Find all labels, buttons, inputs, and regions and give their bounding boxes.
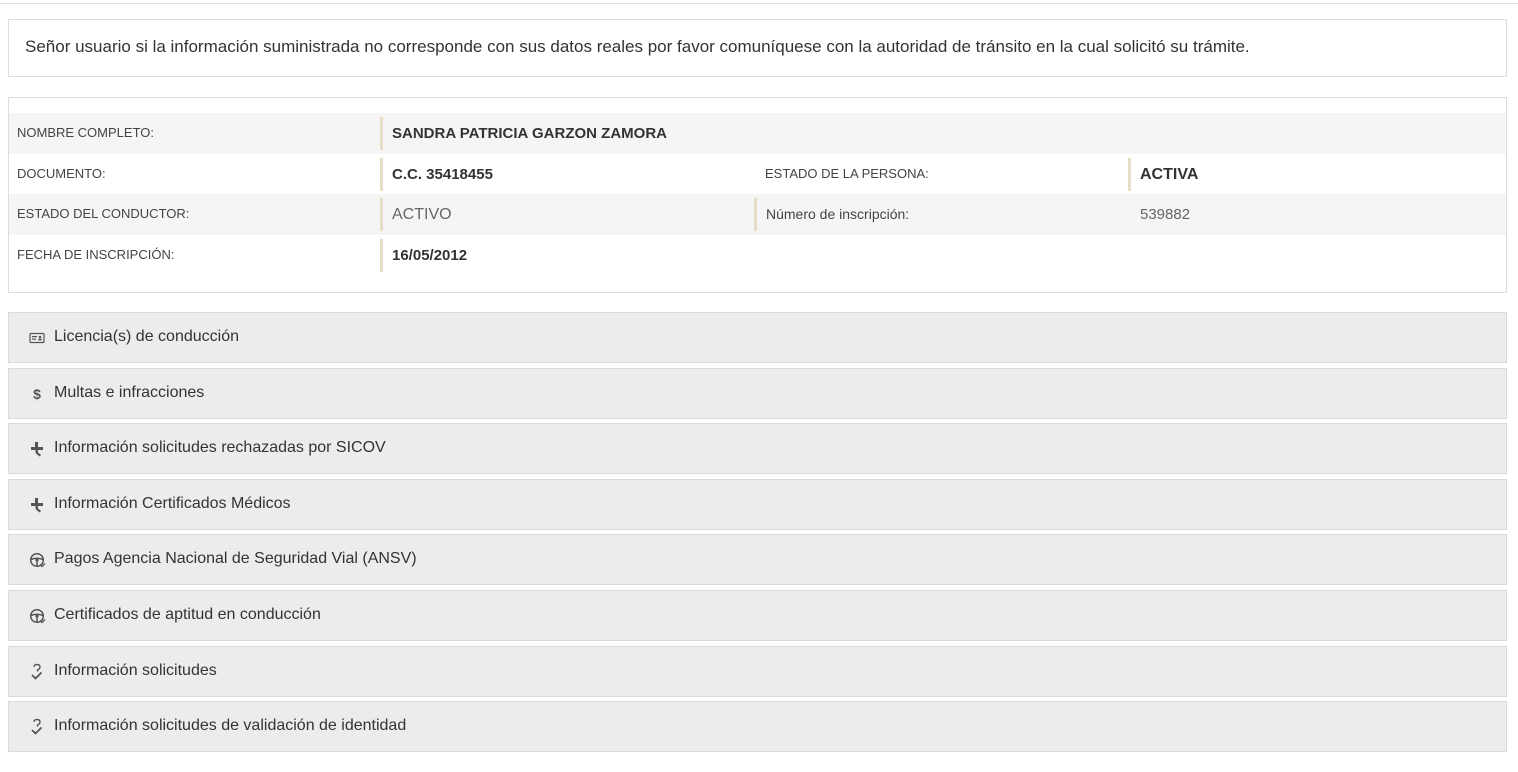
medical-cross-icon: [28, 496, 46, 514]
notice-box: Señor usuario si la información suminist…: [8, 19, 1507, 77]
section-pagos-ansv[interactable]: Pagos Agencia Nacional de Seguridad Vial…: [8, 534, 1507, 585]
inscripcion-value: 539882: [1140, 206, 1191, 223]
steering-wheel-icon: [28, 607, 46, 625]
section-licencias[interactable]: Licencia(s) de conducción: [8, 312, 1507, 363]
estado-conductor-value: ACTIVO: [380, 198, 452, 231]
documento-value: C.C. 35418455: [380, 158, 493, 191]
section-solicitudes[interactable]: Información solicitudes: [8, 646, 1507, 697]
steering-wheel-icon: [28, 551, 46, 569]
section-multas[interactable]: $ Multas e infracciones: [8, 368, 1507, 419]
section-certificados-medicos[interactable]: Información Certificados Médicos: [8, 479, 1507, 530]
row-fecha: FECHA DE INSCRIPCIÓN: 16/05/2012: [9, 235, 1506, 276]
section-validacion-identidad[interactable]: Información solicitudes de validación de…: [8, 701, 1507, 752]
row-nombre: NOMBRE COMPLETO: SANDRA PATRICIA GARZON …: [9, 113, 1506, 154]
section-label: Información solicitudes: [54, 662, 217, 679]
row-conductor: ESTADO DEL CONDUCTOR: ACTIVO Número de i…: [9, 194, 1506, 235]
fecha-label: FECHA DE INSCRIPCIÓN:: [17, 247, 175, 262]
documento-label: DOCUMENTO:: [17, 166, 106, 181]
estado-persona-value: ACTIVA: [1128, 158, 1198, 191]
nombre-label: NOMBRE COMPLETO:: [17, 125, 155, 140]
estado-persona-label: ESTADO DE LA PERSONA:: [765, 166, 929, 181]
section-label: Información solicitudes rechazadas por S…: [54, 439, 386, 456]
fecha-value: 16/05/2012: [380, 239, 467, 272]
id-card-icon: [28, 329, 46, 347]
section-label: Información solicitudes de validación de…: [54, 717, 407, 734]
notice-text: Señor usuario si la información suminist…: [25, 37, 1250, 56]
section-label: Certificados de aptitud en conducción: [54, 606, 321, 623]
question-check-icon: [28, 663, 46, 681]
top-divider: [0, 0, 1518, 4]
section-certificados-aptitud[interactable]: Certificados de aptitud en conducción: [8, 590, 1507, 641]
section-sicov[interactable]: Información solicitudes rechazadas por S…: [8, 423, 1507, 474]
dollar-icon: $: [33, 386, 41, 402]
nombre-value: SANDRA PATRICIA GARZON ZAMORA: [380, 117, 667, 150]
row-documento: DOCUMENTO: C.C. 35418455 ESTADO DE LA PE…: [9, 154, 1506, 195]
inscripcion-label: Número de inscripción:: [754, 198, 909, 231]
question-check-icon: [28, 718, 46, 736]
section-label: Multas e infracciones: [54, 384, 205, 401]
person-info-table: NOMBRE COMPLETO: SANDRA PATRICIA GARZON …: [8, 97, 1507, 293]
section-label: Información Certificados Médicos: [54, 495, 291, 512]
medical-cross-icon: [28, 440, 46, 458]
section-label: Licencia(s) de conducción: [54, 328, 239, 345]
estado-conductor-label: ESTADO DEL CONDUCTOR:: [17, 206, 190, 221]
section-label: Pagos Agencia Nacional de Seguridad Vial…: [54, 550, 417, 567]
